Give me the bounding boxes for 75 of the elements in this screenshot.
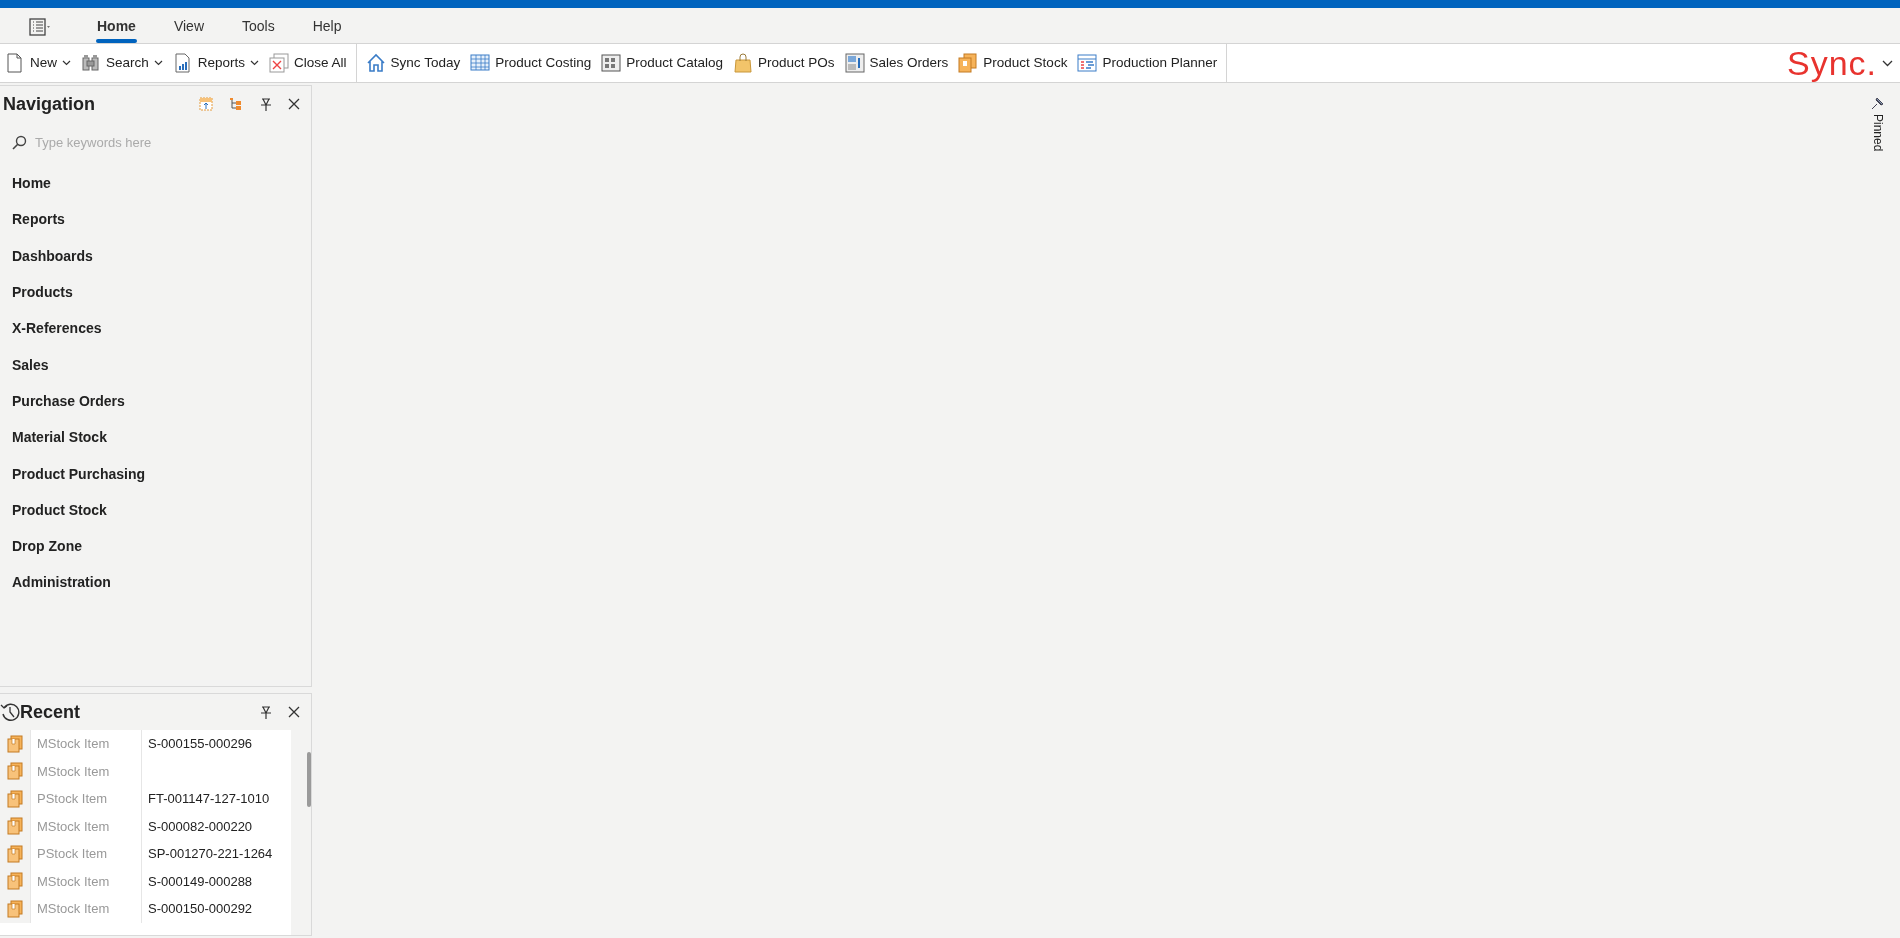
toolbar-button[interactable]: Production Planner: [1072, 49, 1223, 77]
nav-item[interactable]: Product Stock: [0, 492, 311, 529]
ribbon-tab[interactable]: Tools: [227, 16, 290, 43]
box-icon: [6, 844, 24, 863]
logo: Sync.: [1786, 46, 1877, 80]
close-icon: [288, 98, 300, 110]
nav-item[interactable]: Purchase Orders: [0, 383, 311, 420]
box-icon: [6, 872, 24, 891]
toolbar-button[interactable]: Product Stock: [953, 49, 1073, 77]
panel-title: Recent: [20, 700, 81, 724]
box-icon: [6, 817, 24, 836]
order-form-icon: [844, 53, 865, 73]
toolbar-button[interactable]: Product POs: [728, 49, 840, 77]
bag-icon: [733, 53, 754, 73]
nav-item[interactable]: X-References: [0, 310, 311, 347]
table-cell: MStock Item: [30, 812, 142, 840]
table-cell-text: SP-001270-221-1264: [147, 845, 274, 863]
search-field[interactable]: Type keywords here: [33, 132, 253, 154]
report-icon: [172, 53, 193, 73]
history-icon: [0, 702, 20, 722]
pin-icon: [259, 705, 272, 719]
box-icon: [6, 762, 24, 781]
table-cell: MStock Item: [30, 757, 142, 785]
ribbon-tab[interactable]: View: [158, 16, 219, 43]
nav-item[interactable]: Product Purchasing: [0, 455, 311, 493]
panel-icon: [198, 97, 213, 111]
toolbar-button[interactable]: Search: [76, 49, 168, 77]
nav-item[interactable]: Reports: [0, 201, 311, 239]
home-icon: [365, 53, 386, 73]
toolbar-button[interactable]: New: [0, 49, 76, 77]
toolbar-button[interactable]: Sync Today: [360, 49, 466, 77]
box-icon: [6, 899, 24, 918]
binoculars-icon: [81, 53, 101, 73]
close-all-icon: [269, 53, 290, 73]
table-cell: PStock Item: [30, 785, 142, 813]
list-icon: [29, 18, 53, 37]
nav-item[interactable]: Material Stock: [0, 419, 311, 456]
search-icon: [12, 135, 27, 151]
nav-item[interactable]: Drop Zone: [0, 528, 311, 565]
table-cell-text: S-000082-000220: [147, 817, 254, 836]
toolbar-button[interactable]: Product Costing: [465, 49, 597, 77]
box-icon: [6, 734, 24, 753]
nav-item[interactable]: Sales: [0, 347, 311, 384]
table-cell-text: S-000149-000288: [147, 872, 254, 891]
toolbar-button[interactable]: Sales Orders: [839, 49, 954, 77]
nav-item[interactable]: Products: [0, 274, 311, 311]
table-cell: MStock Item: [30, 867, 142, 895]
ribbon-tab[interactable]: Home: [82, 16, 151, 43]
nav-item[interactable]: Home: [0, 165, 311, 202]
table-cell: PStock Item: [30, 840, 142, 868]
grid-icon: [470, 53, 491, 73]
toolbar-button[interactable]: Reports: [167, 49, 265, 77]
table-cell: MStock Item: [30, 895, 142, 923]
close-icon: [288, 706, 300, 718]
pin-icon: [1870, 95, 1886, 111]
nav-item[interactable]: Administration: [0, 564, 311, 602]
toolbar-button[interactable]: Product Catalog: [596, 49, 729, 77]
pin-icon: [259, 97, 272, 111]
catalog-icon: [601, 53, 622, 73]
nav-item[interactable]: Dashboards: [0, 238, 311, 275]
table-cell-text: S-000150-000292: [147, 900, 254, 918]
box-icon: [6, 789, 24, 808]
table-cell: MStock Item: [30, 730, 142, 758]
document-icon: [5, 53, 25, 73]
tree-icon: [229, 97, 243, 111]
ribbon-tab[interactable]: Help: [297, 16, 357, 43]
table-cell-text: S-000155-000296: [147, 735, 254, 753]
scrollbar-thumb[interactable]: [307, 752, 311, 807]
planner-icon: [1077, 53, 1098, 73]
caret-icon: [1882, 59, 1893, 67]
table-cell-text: FT-001147-127-1010: [147, 790, 271, 808]
panel-title: Navigation: [3, 92, 95, 116]
toolbar-button[interactable]: Close All: [264, 49, 352, 77]
side-tab[interactable]: Pinned: [1869, 95, 1887, 152]
boxes-icon: [958, 53, 979, 73]
